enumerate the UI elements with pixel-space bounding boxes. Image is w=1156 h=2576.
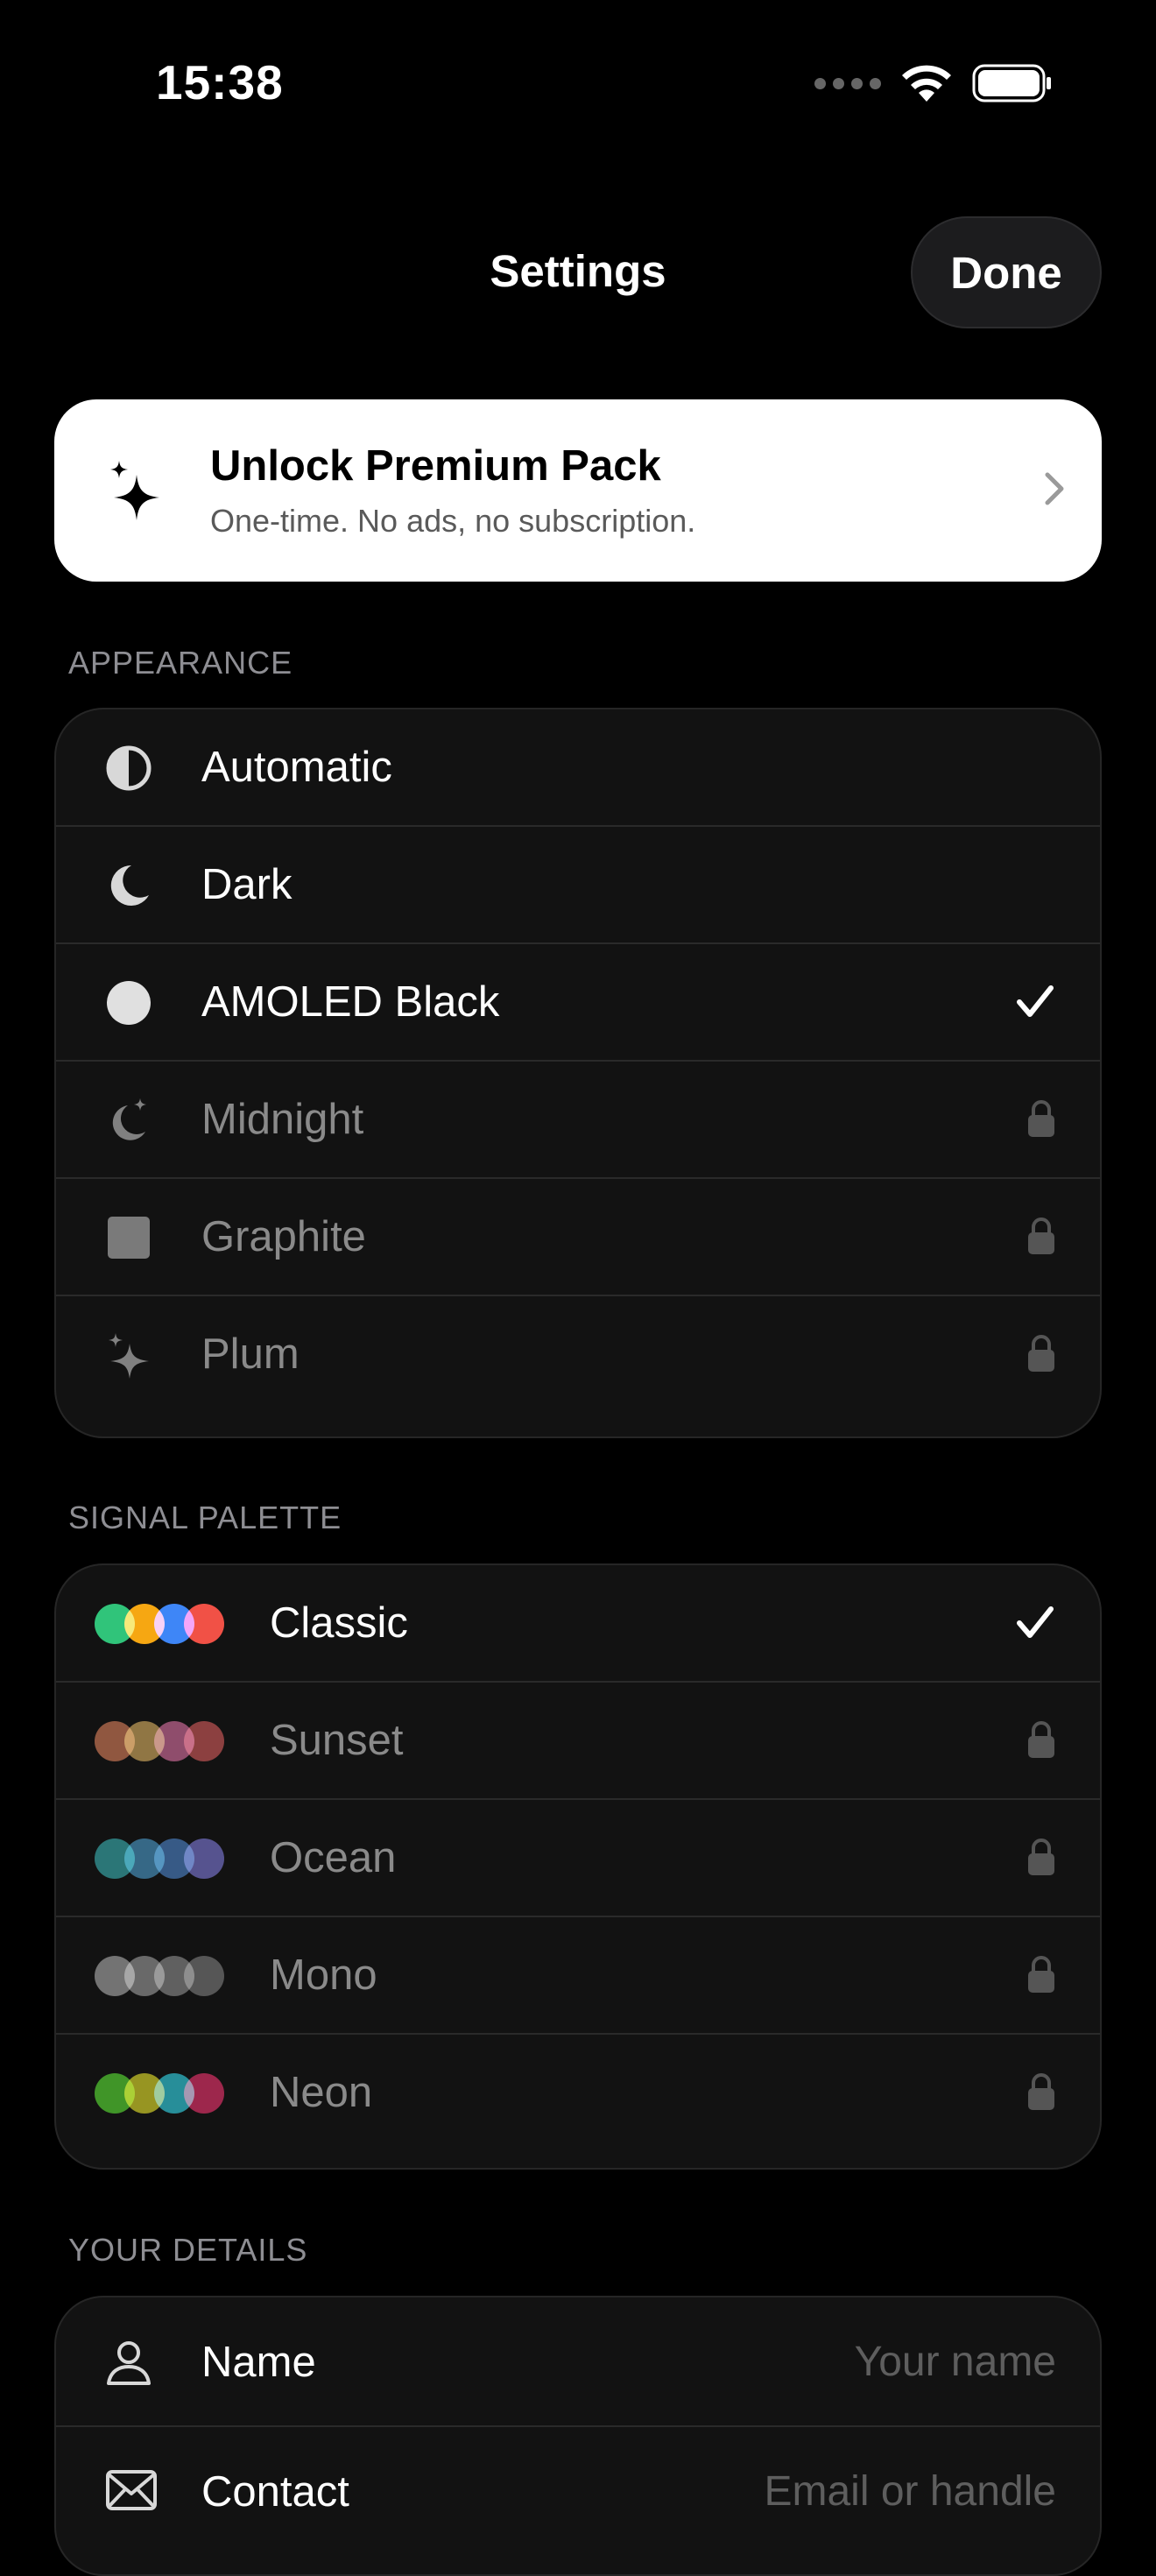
- palette-swatch: [184, 2073, 224, 2114]
- sparkles-icon: [110, 461, 159, 520]
- palette-item-sunset[interactable]: Sunset: [56, 1683, 1100, 1800]
- lock-icon: [1028, 1721, 1054, 1758]
- appearance-item-label: Automatic: [201, 744, 392, 791]
- appearance-item-dark[interactable]: Dark: [56, 827, 1100, 944]
- filled-circle-icon: [107, 981, 151, 1025]
- palette-section-header: SIGNAL PALETTE: [68, 1500, 342, 1535]
- appearance-item-label: Graphite: [201, 1213, 366, 1260]
- unlock-premium-card[interactable]: Unlock Premium Pack One-time. No ads, no…: [54, 399, 1102, 582]
- details-section-header: YOUR DETAILS: [68, 2232, 308, 2268]
- details-item-label: Name: [201, 2339, 316, 2386]
- moon-icon: [110, 865, 149, 906]
- palette-item-label: Mono: [270, 1951, 377, 1999]
- sparkles-icon: [109, 1333, 149, 1379]
- cellular-signal-icon: [814, 77, 881, 89]
- done-button[interactable]: Done: [911, 216, 1102, 328]
- appearance-item-amoled-black[interactable]: AMOLED Black: [56, 944, 1100, 1062]
- details-item-contact[interactable]: Contact Email or handle: [56, 2427, 1100, 2557]
- status-time: 15:38: [156, 55, 284, 109]
- palette-item-classic[interactable]: Classic: [56, 1565, 1100, 1683]
- palette-group: Classic Sunset Ocean Mono Neon: [54, 1563, 1102, 2170]
- appearance-section-header: APPEARANCE: [68, 645, 293, 681]
- appearance-item-midnight[interactable]: Midnight: [56, 1062, 1100, 1179]
- palette-swatch: [184, 1721, 224, 1761]
- palette-swatch: [184, 1956, 224, 1996]
- palette-swatch: [184, 1838, 224, 1879]
- contact-input[interactable]: Email or handle: [764, 2427, 1056, 2557]
- checkmark-icon: [1017, 985, 1054, 1017]
- lock-icon: [1028, 1335, 1054, 1372]
- chevron-right-icon: [1045, 472, 1064, 505]
- appearance-item-label: Midnight: [201, 1096, 364, 1143]
- battery-icon: [972, 64, 1051, 102]
- premium-title: Unlock Premium Pack: [210, 442, 661, 490]
- half-circle-icon: [106, 745, 152, 791]
- lock-icon: [1028, 1956, 1054, 1993]
- appearance-item-label: AMOLED Black: [201, 978, 500, 1026]
- palette-swatches: [95, 1604, 235, 1644]
- palette-swatch: [184, 1604, 224, 1644]
- lock-icon: [1028, 1838, 1054, 1875]
- palette-swatches: [95, 1956, 235, 1996]
- details-group: Name Your name Contact Email or handle: [54, 2296, 1102, 2576]
- status-icons: [814, 63, 1053, 103]
- checkmark-icon: [1017, 1606, 1054, 1638]
- appearance-item-label: Plum: [201, 1330, 300, 1378]
- person-icon: [107, 2341, 151, 2385]
- details-item-label: Contact: [201, 2468, 349, 2516]
- palette-item-label: Neon: [270, 2069, 373, 2116]
- palette-swatches: [95, 2073, 235, 2114]
- palette-swatches: [95, 1838, 235, 1879]
- palette-item-ocean[interactable]: Ocean: [56, 1800, 1100, 1917]
- appearance-group: Automatic Dark AMOLED Black Midnight Gra: [54, 708, 1102, 1438]
- appearance-item-plum[interactable]: Plum: [56, 1296, 1100, 1414]
- appearance-item-automatic[interactable]: Automatic: [56, 709, 1100, 827]
- lock-icon: [1028, 1100, 1054, 1137]
- palette-item-mono[interactable]: Mono: [56, 1917, 1100, 2035]
- palette-item-label: Ocean: [270, 1834, 397, 1881]
- premium-subtitle: One-time. No ads, no subscription.: [210, 503, 696, 539]
- envelope-icon: [106, 2470, 157, 2510]
- lock-icon: [1028, 2073, 1054, 2110]
- details-item-name[interactable]: Name Your name: [56, 2297, 1100, 2427]
- lock-icon: [1028, 1217, 1054, 1254]
- palette-item-neon[interactable]: Neon: [56, 2035, 1100, 2152]
- square-icon: [108, 1217, 150, 1259]
- palette-swatches: [95, 1721, 235, 1761]
- appearance-item-label: Dark: [201, 861, 293, 908]
- palette-item-label: Sunset: [270, 1717, 404, 1764]
- wifi-icon: [902, 65, 951, 102]
- appearance-item-graphite[interactable]: Graphite: [56, 1179, 1100, 1296]
- name-input[interactable]: Your name: [855, 2297, 1056, 2427]
- moon-stars-icon: [112, 1098, 146, 1140]
- palette-item-label: Classic: [270, 1599, 408, 1647]
